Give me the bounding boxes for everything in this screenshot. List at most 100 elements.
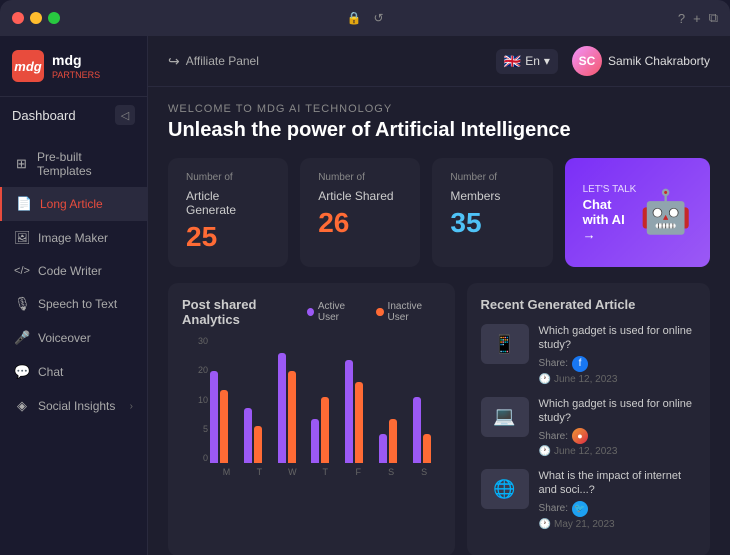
y-label-20: 20 <box>198 366 208 375</box>
windows-icon[interactable]: ⧉ <box>709 10 718 26</box>
lock-icon: 🔒 <box>346 11 361 25</box>
article-info-1: Which gadget is used for online study? S… <box>539 324 696 385</box>
facebook-share-icon-1[interactable]: f <box>572 356 588 372</box>
article-item-1[interactable]: 📱 Which gadget is used for online study?… <box>481 324 696 385</box>
bar-purple-2 <box>278 353 286 463</box>
question-icon[interactable]: ? <box>678 11 685 26</box>
clock-icon-1: 🕐 <box>539 374 551 385</box>
stat-members-value: 35 <box>450 207 481 238</box>
lang-text: En <box>525 54 540 68</box>
sidebar-item-image-maker[interactable]: 🖼 Image Maker <box>0 221 147 255</box>
sidebar-item-code-writer[interactable]: </> Code Writer <box>0 255 147 287</box>
chat-icon: 💬 <box>14 364 30 380</box>
ai-cta[interactable]: Chat with AI → <box>583 197 640 242</box>
social-nav-left: ◈ Social Insights <box>14 398 115 414</box>
pre-built-label: Pre-built Templates <box>37 150 133 178</box>
x-label-s2: S <box>408 467 441 477</box>
x-label-t2: T <box>309 467 342 477</box>
sidebar-toggle-button[interactable]: ◁ <box>115 105 135 125</box>
stat-members-label: Number of <box>450 172 534 183</box>
articles-title: Recent Generated Article <box>481 297 696 312</box>
article-share-row-3: Share: 🐦 <box>539 501 696 517</box>
code-writer-label: Code Writer <box>38 264 102 278</box>
close-button[interactable] <box>12 12 24 24</box>
stat-members-title: Members <box>450 189 534 203</box>
speech-icon: 🎙 <box>14 296 30 312</box>
article-share-row-1: Share: f <box>539 356 696 372</box>
stat-generate-label: Number of <box>186 172 270 183</box>
stat-shared-value: 26 <box>318 207 349 238</box>
sidebar-item-speech[interactable]: 🎙 Speech to Text <box>0 287 147 321</box>
logo-text-container: mdg PARTNERS <box>52 52 100 80</box>
minimize-button[interactable] <box>30 12 42 24</box>
sidebar-item-long-article[interactable]: 📄 Long Article <box>0 187 147 221</box>
bar-purple-3 <box>311 419 319 463</box>
sidebar-item-voiceover[interactable]: 🎤 Voiceover <box>0 321 147 355</box>
article-text-2: Which gadget is used for online study? <box>539 397 696 426</box>
ai-robot-icon: 🤖 <box>640 188 692 237</box>
multi-share-icon-3[interactable]: 🐦 <box>572 501 588 517</box>
sidebar-item-pre-built[interactable]: ⊞ Pre-built Templates <box>0 141 147 187</box>
content-area: WELCOME TO MDG AI TECHNOLOGY Unleash the… <box>148 87 730 555</box>
article-thumb-1: 📱 <box>481 324 529 364</box>
bar-orange-6 <box>423 434 431 463</box>
voiceover-icon: 🎤 <box>14 330 30 346</box>
window-controls <box>12 12 60 24</box>
language-selector[interactable]: 🇬🇧 En ▾ <box>496 49 558 74</box>
user-badge[interactable]: SC Samik Chakraborty <box>572 46 710 76</box>
pre-built-icon: ⊞ <box>14 156 29 172</box>
social-label: Social Insights <box>38 399 115 413</box>
inactive-user-label: Inactive User <box>388 301 441 323</box>
flag-icon: 🇬🇧 <box>504 53 521 70</box>
ai-lets-talk: LET'S TALK <box>583 184 640 195</box>
app-container: mdg mdg PARTNERS Dashboard ◁ ⊞ Pre-built… <box>0 36 730 555</box>
sidebar-header: Dashboard ◁ <box>0 97 147 133</box>
chart-area: 30 20 10 5 0 <box>182 337 441 463</box>
chart-legend: Active User Inactive User <box>307 301 441 323</box>
sidebar-item-social[interactable]: ◈ Social Insights › <box>0 389 147 423</box>
voiceover-label: Voiceover <box>38 331 91 345</box>
clock-icon-2: 🕐 <box>539 446 551 457</box>
topbar-breadcrumb: ↪ Affiliate Panel <box>168 53 259 70</box>
article-item-3[interactable]: 🌐 What is the impact of internet and soc… <box>481 469 696 530</box>
y-label-30: 30 <box>198 337 208 346</box>
add-tab-icon[interactable]: + <box>693 11 701 26</box>
stat-card-members: Number of Members 35 <box>432 158 552 267</box>
share-label-2: Share: <box>539 431 568 442</box>
x-axis: M T W T F S S <box>182 467 441 477</box>
x-label-w: W <box>276 467 309 477</box>
ai-card[interactable]: LET'S TALK Chat with AI → 🤖 <box>565 158 710 267</box>
sidebar-item-chat[interactable]: 💬 Chat <box>0 355 147 389</box>
x-label-f: F <box>342 467 375 477</box>
x-label-m: M <box>210 467 243 477</box>
article-share-row-2: Share: ● <box>539 428 696 444</box>
maximize-button[interactable] <box>48 12 60 24</box>
address-bar[interactable]: 🔒 ↺ <box>346 11 383 25</box>
legend-active: Active User <box>307 301 365 323</box>
titlebar: 🔒 ↺ ? + ⧉ <box>0 0 730 36</box>
multi-share-icon-2[interactable]: ● <box>572 428 588 444</box>
sidebar-dashboard-label[interactable]: Dashboard <box>12 108 76 123</box>
bar-purple-1 <box>244 408 252 463</box>
stat-generate-title: Article Generate <box>186 189 270 217</box>
bar-group-1 <box>244 353 272 463</box>
reload-icon[interactable]: ↺ <box>373 11 383 25</box>
bar-purple-6 <box>413 397 421 463</box>
article-thumb-3: 🌐 <box>481 469 529 509</box>
bar-orange-2 <box>288 371 296 463</box>
x-label-s1: S <box>375 467 408 477</box>
bar-orange-5 <box>389 419 397 463</box>
image-maker-icon: 🖼 <box>14 230 30 246</box>
share-label-3: Share: <box>539 503 568 514</box>
image-maker-label: Image Maker <box>38 231 108 245</box>
lang-chevron-icon: ▾ <box>544 54 550 68</box>
article-item-2[interactable]: 💻 Which gadget is used for online study?… <box>481 397 696 458</box>
stat-shared-title: Article Shared <box>318 189 402 203</box>
bar-orange-1 <box>254 426 262 463</box>
long-article-label: Long Article <box>40 197 103 211</box>
bar-group-3 <box>311 353 339 463</box>
sidebar-nav: ⊞ Pre-built Templates 📄 Long Article 🖼 I… <box>0 133 147 555</box>
y-axis: 30 20 10 5 0 <box>182 337 208 463</box>
article-info-3: What is the impact of internet and soci.… <box>539 469 696 530</box>
page-title: Unleash the power of Artificial Intellig… <box>168 119 710 142</box>
